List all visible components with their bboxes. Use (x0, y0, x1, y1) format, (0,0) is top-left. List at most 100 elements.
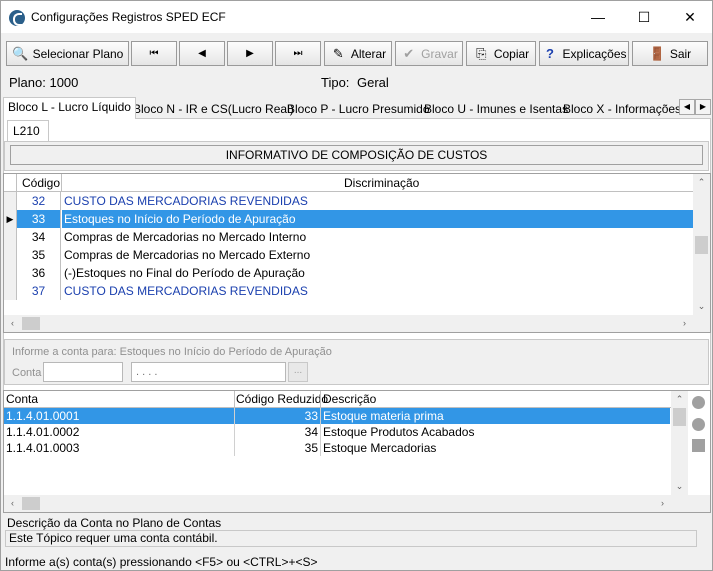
column-header-codigo-reduzido[interactable]: Código Reduzido (236, 392, 328, 406)
save-button[interactable]: ✔ Gravar (395, 41, 463, 66)
account-code: 1.1.4.01.0003 (6, 441, 80, 455)
save-label: Gravar (421, 46, 458, 61)
row-indicator (4, 192, 17, 210)
row-indicator (4, 282, 17, 300)
column-header-descricao[interactable]: Descrição (323, 392, 376, 406)
account-description: Estoque Mercadorias (323, 441, 437, 455)
scroll-right-icon[interactable]: › (676, 315, 693, 332)
minimize-button[interactable]: — (575, 1, 621, 33)
account-description: Estoque Produtos Acabados (323, 425, 475, 439)
column-divider (234, 391, 235, 407)
exit-button[interactable]: 🚪 Sair (632, 41, 708, 66)
window-title: Configurações Registros SPED ECF (31, 10, 226, 24)
items-grid-horizontal-scrollbar[interactable]: ‹ › (4, 315, 710, 332)
type-value: Geral (357, 75, 389, 90)
column-divider (320, 408, 321, 456)
tab-l210[interactable]: L210 (7, 120, 49, 142)
add-account-icon[interactable] (692, 396, 705, 409)
tab-bloco-p[interactable]: Bloco P - Lucro Presumido (282, 99, 435, 119)
scroll-up-icon[interactable]: ⌃ (693, 174, 710, 191)
remove-account-icon[interactable] (692, 418, 705, 431)
accounts-grid: Conta Código Reduzido Descrição 1.1.4.01… (3, 390, 711, 513)
select-plan-button[interactable]: 🔍 Selecionar Plano (6, 41, 129, 66)
table-row[interactable]: 32 CUSTO DAS MERCADORIAS REVENDIDAS (4, 192, 695, 210)
scroll-thumb[interactable] (673, 408, 686, 426)
tab-bloco-u[interactable]: Bloco U - Imunes e Isentas (419, 99, 573, 119)
next-record-icon: ▶ (246, 48, 254, 59)
copy-label: Copiar (493, 46, 530, 61)
tab-bloco-n[interactable]: Bloco N - IR e CS(Lucro Real) (128, 99, 299, 119)
tab-bloco-x[interactable]: Bloco X - Informações E (558, 99, 680, 119)
column-divider (61, 174, 62, 191)
row-description: Estoques no Início do Período de Apuraçã… (62, 210, 695, 228)
table-row[interactable]: 37 CUSTO DAS MERCADORIAS REVENDIDAS (4, 282, 695, 300)
scroll-down-icon[interactable]: ⌄ (693, 298, 710, 315)
account-reduced-code: 34 (304, 425, 318, 439)
explanations-button[interactable]: ? Explicações (539, 41, 629, 66)
row-code: 33 (17, 210, 61, 228)
row-description: CUSTO DAS MERCADORIAS REVENDIDAS (64, 194, 308, 208)
exit-label: Sair (669, 46, 692, 61)
row-code: 34 (17, 228, 61, 246)
table-row-selected[interactable]: ▶ 33 Estoques no Início do Período de Ap… (4, 210, 695, 228)
column-header-discriminacao[interactable]: Discriminação (344, 176, 419, 190)
edit-icon: ✎ (332, 46, 344, 61)
last-record-icon: ⏭ (293, 48, 303, 59)
last-record-button[interactable]: ⏭ (275, 41, 321, 66)
current-row-indicator-icon: ▶ (4, 210, 17, 228)
tab-scroll-left-button[interactable]: ◀ (679, 99, 695, 115)
row-code: 37 (17, 282, 61, 300)
items-grid-vertical-scrollbar[interactable]: ⌃ ⌄ (693, 174, 710, 315)
conta-label: Conta (12, 367, 42, 379)
close-button[interactable]: ✕ (667, 1, 713, 33)
row-description: CUSTO DAS MERCADORIAS REVENDIDAS (64, 284, 308, 298)
row-description: Compras de Mercadorias no Mercado Intern… (64, 230, 307, 244)
table-row[interactable]: 35 Compras de Mercadorias no Mercado Ext… (4, 246, 695, 264)
account-description-caption: Descrição da Conta no Plano de Contas (7, 516, 222, 530)
prev-record-icon: ◀ (198, 48, 206, 59)
topic-requirement-text: Este Tópico requer uma conta contábil. (5, 530, 697, 547)
scroll-thumb[interactable] (22, 497, 40, 510)
account-code: 1.1.4.01.0001 (6, 409, 80, 423)
accounts-grid-vertical-scrollbar[interactable]: ⌃ ⌄ (671, 391, 688, 495)
heading-frame: INFORMATIVO DE COMPOSIÇÃO DE CUSTOS (4, 141, 709, 171)
table-row[interactable]: 36 (-)Estoques no Final do Período de Ap… (4, 264, 695, 282)
column-header-codigo[interactable]: Código (22, 176, 60, 190)
maximize-button[interactable]: ☐ (621, 1, 667, 33)
scroll-right-icon[interactable]: › (654, 495, 671, 512)
column-divider (320, 391, 321, 407)
account-row[interactable]: 1.1.4.01.0003 35 Estoque Mercadorias (4, 440, 670, 456)
scroll-thumb[interactable] (695, 236, 708, 254)
row-code: 32 (17, 192, 61, 210)
edit-button[interactable]: ✎ Alterar (324, 41, 392, 66)
scroll-left-icon[interactable]: ‹ (4, 495, 21, 512)
select-plan-label: Selecionar Plano (32, 46, 124, 61)
scroll-up-icon[interactable]: ⌃ (671, 391, 688, 408)
account-row-selected[interactable]: 1.1.4.01.0001 33 Estoque materia prima (4, 408, 670, 424)
browse-account-button[interactable]: ... (288, 362, 308, 382)
account-entry-panel: Informe a conta para: Estoques no Início… (4, 339, 709, 385)
scroll-down-icon[interactable]: ⌄ (671, 478, 688, 495)
column-header-conta[interactable]: Conta (6, 392, 38, 406)
account-mask-input[interactable]: . . . . (131, 362, 286, 382)
first-record-icon: ⏮ (149, 48, 159, 59)
table-row[interactable]: 34 Compras de Mercadorias no Mercado Int… (4, 228, 695, 246)
conta-input[interactable] (43, 362, 123, 382)
next-record-button[interactable]: ▶ (227, 41, 273, 66)
row-indicator (4, 246, 17, 264)
scroll-left-icon[interactable]: ‹ (4, 315, 21, 332)
first-record-button[interactable]: ⏮ (131, 41, 177, 66)
copy-button[interactable]: ⎘ Copiar (466, 41, 536, 66)
save-account-icon[interactable] (692, 439, 705, 452)
tab-bloco-l[interactable]: Bloco L - Lucro Líquido (3, 97, 136, 119)
account-row[interactable]: 1.1.4.01.0002 34 Estoque Produtos Acabad… (4, 424, 670, 440)
type-label: Tipo: (321, 75, 350, 90)
prev-record-button[interactable]: ◀ (179, 41, 225, 66)
exit-door-icon: 🚪 (649, 46, 666, 61)
column-divider (234, 408, 235, 456)
scroll-thumb[interactable] (22, 317, 40, 330)
accounts-grid-horizontal-scrollbar[interactable]: ‹ › (4, 495, 710, 512)
help-icon: ? (546, 46, 554, 61)
tab-scroll-right-button[interactable]: ▶ (695, 99, 711, 115)
row-indicator (4, 228, 17, 246)
